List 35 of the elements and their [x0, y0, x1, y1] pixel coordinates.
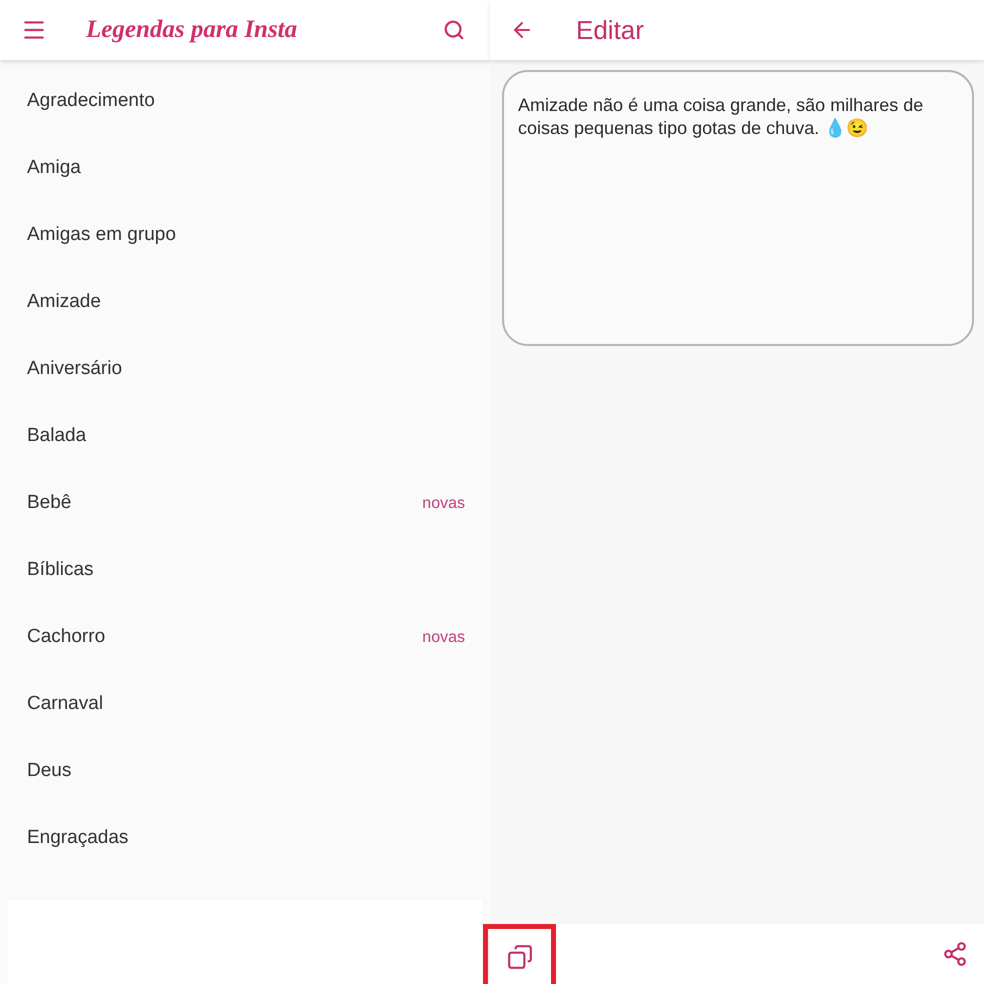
screen-title: Editar: [576, 14, 644, 46]
category-label: Amiga: [27, 156, 82, 180]
category-label: Balada: [27, 424, 88, 448]
category-item[interactable]: Amigas em grupo: [0, 202, 490, 269]
category-item[interactable]: Engraçadas: [0, 805, 490, 872]
category-label: Bebê: [27, 491, 72, 516]
category-item[interactable]: Agradecimento: [0, 68, 490, 135]
share-button[interactable]: [942, 941, 968, 967]
category-item[interactable]: Amiga: [0, 135, 490, 202]
copy-icon: [506, 944, 532, 970]
share-icon: [942, 941, 968, 967]
search-icon: [443, 19, 465, 41]
caption-text: Amizade não é uma coisa grande, são milhares de coisas pequenas tipo gotas de chuva. 💧😉: [518, 94, 924, 140]
category-item[interactable]: Bebê novas: [0, 470, 490, 537]
category-label: Engraçadas: [27, 826, 130, 850]
category-item[interactable]: Carnaval: [0, 671, 490, 738]
category-label: Bíblicas: [27, 558, 95, 582]
new-label: novas: [422, 494, 465, 514]
category-label: Agradecimento: [27, 89, 156, 114]
text-editor[interactable]: Amizade não é uma coisa grande, são milhares de coisas pequenas tipo gotas de chuva. 💧😉: [502, 70, 974, 346]
category-label: Amizade: [27, 290, 102, 314]
new-label: novas: [422, 628, 465, 648]
category-label: Deus: [27, 759, 72, 784]
category-label: Aniversário: [27, 357, 124, 382]
category-label: Carnaval: [27, 692, 104, 716]
copy-button[interactable]: [483, 924, 556, 984]
category-label: Cachorro: [27, 625, 106, 650]
category-item[interactable]: Bíblicas: [0, 537, 490, 604]
app-title: Legendas para Insta: [86, 15, 298, 46]
category-item[interactable]: Deus: [0, 738, 490, 805]
category-item[interactable]: Aniversário: [0, 336, 490, 403]
category-item[interactable]: Cachorro novas: [0, 604, 490, 671]
category-item[interactable]: Amizade: [0, 269, 490, 336]
category-item[interactable]: Balada: [0, 403, 490, 470]
category-label: Amigas em grupo: [27, 223, 177, 248]
